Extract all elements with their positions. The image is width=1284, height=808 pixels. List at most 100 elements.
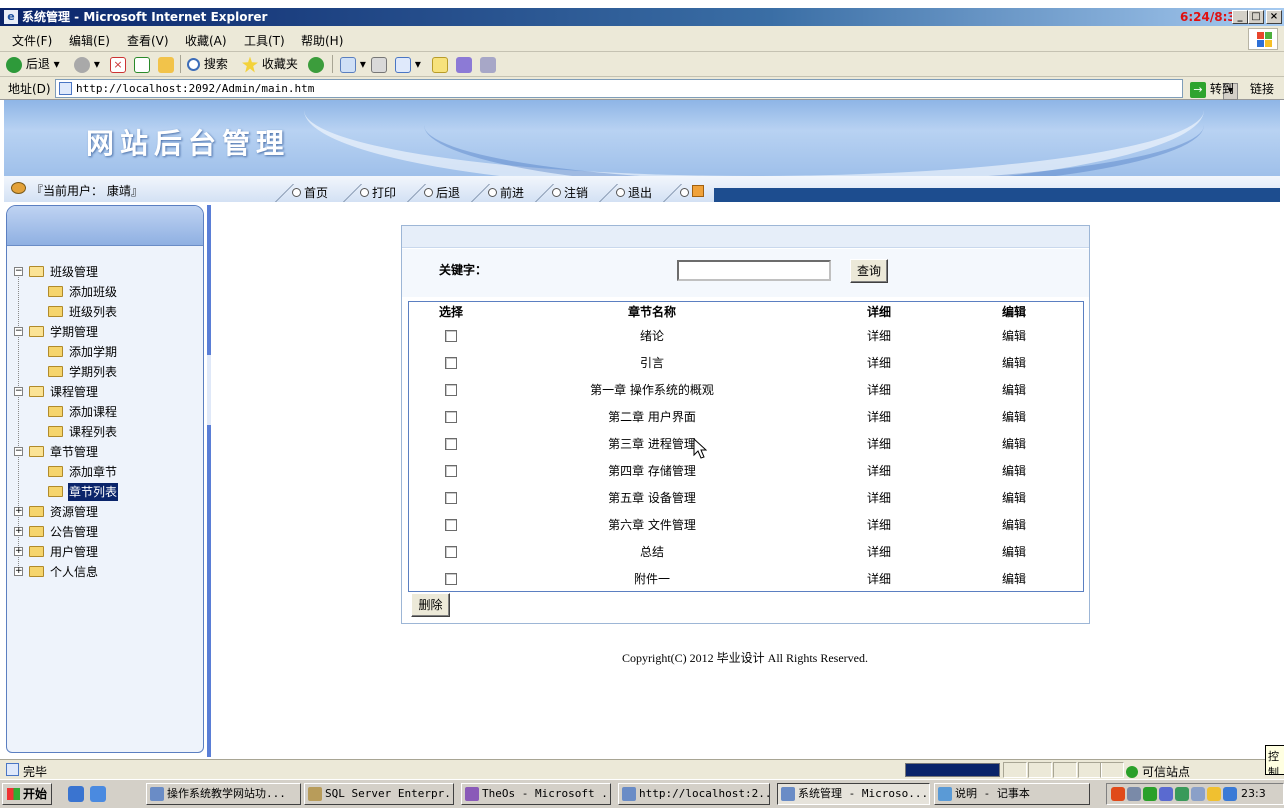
nav-logout-link[interactable]: 注销 xyxy=(552,185,588,201)
detail-link[interactable]: 详细 xyxy=(849,381,909,398)
tree-group-notice[interactable]: + 公告管理 xyxy=(7,523,203,541)
tree-item-course-list[interactable]: 课程列表 xyxy=(7,423,203,441)
stop-button[interactable]: × xyxy=(110,55,126,73)
edit-link[interactable]: 编辑 xyxy=(984,570,1044,587)
detail-link[interactable]: 详细 xyxy=(849,327,909,344)
detail-link[interactable]: 详细 xyxy=(849,489,909,506)
tray-app-icon[interactable] xyxy=(1143,787,1157,801)
mail-button[interactable]: ▾ xyxy=(340,55,366,73)
home-button[interactable] xyxy=(158,55,174,73)
window-titlebar[interactable]: e 系统管理 - Microsoft Internet Explorer 6:2… xyxy=(0,8,1284,26)
detail-link[interactable]: 详细 xyxy=(849,543,909,560)
tree-item-add-term[interactable]: 添加学期 xyxy=(7,343,203,361)
history-button[interactable] xyxy=(308,55,324,73)
close-button[interactable]: × xyxy=(1266,10,1282,24)
menu-tools[interactable]: 工具(T) xyxy=(244,32,285,49)
tree-item-add-class[interactable]: 添加班级 xyxy=(7,283,203,301)
row-checkbox[interactable] xyxy=(445,330,457,342)
task-button[interactable]: 操作系统教学网站功... xyxy=(146,783,301,805)
tree-item-chapter-list[interactable]: 章节列表 xyxy=(7,483,203,501)
maximize-button[interactable]: □ xyxy=(1248,10,1264,24)
tree-item-term-list[interactable]: 学期列表 xyxy=(7,363,203,381)
tree-item-add-chapter[interactable]: 添加章节 xyxy=(7,463,203,481)
start-button[interactable]: 开始 xyxy=(2,783,52,805)
detail-link[interactable]: 详细 xyxy=(849,354,909,371)
expand-icon[interactable]: + xyxy=(14,567,23,576)
tray-app-icon[interactable] xyxy=(1223,787,1237,801)
edit-link[interactable]: 编辑 xyxy=(984,354,1044,371)
tray-app-icon[interactable] xyxy=(1159,787,1173,801)
edit-link[interactable]: 编辑 xyxy=(984,327,1044,344)
collapse-icon[interactable]: − xyxy=(14,327,23,336)
delete-button[interactable]: 删除 xyxy=(411,593,450,617)
edit-page-button[interactable]: ▾ xyxy=(395,55,421,73)
address-input[interactable]: http://localhost:2092/Admin/main.htm ▼ xyxy=(55,79,1238,100)
row-checkbox[interactable] xyxy=(445,492,457,504)
tray-app-icon[interactable] xyxy=(1175,787,1189,801)
detail-link[interactable]: 详细 xyxy=(849,570,909,587)
tray-app-icon[interactable] xyxy=(1127,787,1141,801)
research-button[interactable] xyxy=(480,55,496,73)
nav-print-link[interactable]: 打印 xyxy=(360,185,396,201)
quicklaunch-ie-icon[interactable] xyxy=(68,786,84,802)
expand-icon[interactable]: + xyxy=(14,507,23,516)
nav-forward-link[interactable]: 前进 xyxy=(488,185,524,201)
edit-link[interactable]: 编辑 xyxy=(984,543,1044,560)
go-button[interactable]: → 转到 xyxy=(1190,80,1234,98)
messenger-button[interactable] xyxy=(456,55,472,73)
row-checkbox[interactable] xyxy=(445,546,457,558)
row-checkbox[interactable] xyxy=(445,438,457,450)
task-button[interactable]: http://localhost:2... xyxy=(618,783,770,805)
detail-link[interactable]: 详细 xyxy=(849,462,909,479)
tree-group-course[interactable]: − 课程管理 xyxy=(7,383,203,401)
row-checkbox[interactable] xyxy=(445,465,457,477)
edit-link[interactable]: 编辑 xyxy=(984,381,1044,398)
search-button[interactable]: 搜索 xyxy=(187,55,228,73)
detail-link[interactable]: 详细 xyxy=(849,408,909,425)
edit-link[interactable]: 编辑 xyxy=(984,408,1044,425)
row-checkbox[interactable] xyxy=(445,384,457,396)
detail-link[interactable]: 详细 xyxy=(849,516,909,533)
menu-favorites[interactable]: 收藏(A) xyxy=(185,32,227,49)
favorites-button[interactable]: 收藏夹 xyxy=(242,55,298,73)
nav-back-link[interactable]: 后退 xyxy=(424,185,460,201)
tray-app-icon[interactable] xyxy=(1191,787,1205,801)
expand-icon[interactable]: + xyxy=(14,547,23,556)
expand-icon[interactable]: + xyxy=(14,527,23,536)
edit-link[interactable]: 编辑 xyxy=(984,462,1044,479)
tree-group-resource[interactable]: + 资源管理 xyxy=(7,503,203,521)
back-button[interactable]: 后退 ▾ xyxy=(6,55,60,73)
row-checkbox[interactable] xyxy=(445,411,457,423)
collapse-icon[interactable]: − xyxy=(14,267,23,276)
edit-link[interactable]: 编辑 xyxy=(984,489,1044,506)
minimize-button[interactable]: _ xyxy=(1232,10,1248,24)
menu-view[interactable]: 查看(V) xyxy=(127,32,169,49)
tree-group-term[interactable]: − 学期管理 xyxy=(7,323,203,341)
tree-group-chapter[interactable]: − 章节管理 xyxy=(7,443,203,461)
row-checkbox[interactable] xyxy=(445,519,457,531)
task-button-active[interactable]: 系统管理 - Microso... xyxy=(777,783,930,805)
tree-group-class[interactable]: − 班级管理 xyxy=(7,263,203,281)
task-button[interactable]: TheOs - Microsoft ... xyxy=(461,783,611,805)
nav-extra-link[interactable] xyxy=(680,185,704,201)
quicklaunch-desktop-icon[interactable] xyxy=(90,786,106,802)
menu-file[interactable]: 文件(F) xyxy=(12,32,52,49)
edit-link[interactable]: 编辑 xyxy=(984,435,1044,452)
row-checkbox[interactable] xyxy=(445,357,457,369)
keyword-input[interactable] xyxy=(677,260,831,281)
menu-edit[interactable]: 编辑(E) xyxy=(69,32,110,49)
menu-help[interactable]: 帮助(H) xyxy=(301,32,343,49)
nav-home-link[interactable]: 首页 xyxy=(292,185,328,201)
tray-app-icon[interactable] xyxy=(1207,787,1221,801)
tree-item-add-course[interactable]: 添加课程 xyxy=(7,403,203,421)
splitter-grip[interactable] xyxy=(207,355,211,425)
task-button[interactable]: 说明 - 记事本 xyxy=(934,783,1090,805)
query-button[interactable]: 查询 xyxy=(850,259,888,283)
tray-app-icon[interactable] xyxy=(1111,787,1125,801)
print-button[interactable] xyxy=(371,55,387,73)
frame-splitter[interactable] xyxy=(207,205,211,757)
tree-group-user[interactable]: + 用户管理 xyxy=(7,543,203,561)
edit-link[interactable]: 编辑 xyxy=(984,516,1044,533)
task-button[interactable]: SQL Server Enterpr... xyxy=(304,783,454,805)
refresh-button[interactable] xyxy=(134,55,150,73)
